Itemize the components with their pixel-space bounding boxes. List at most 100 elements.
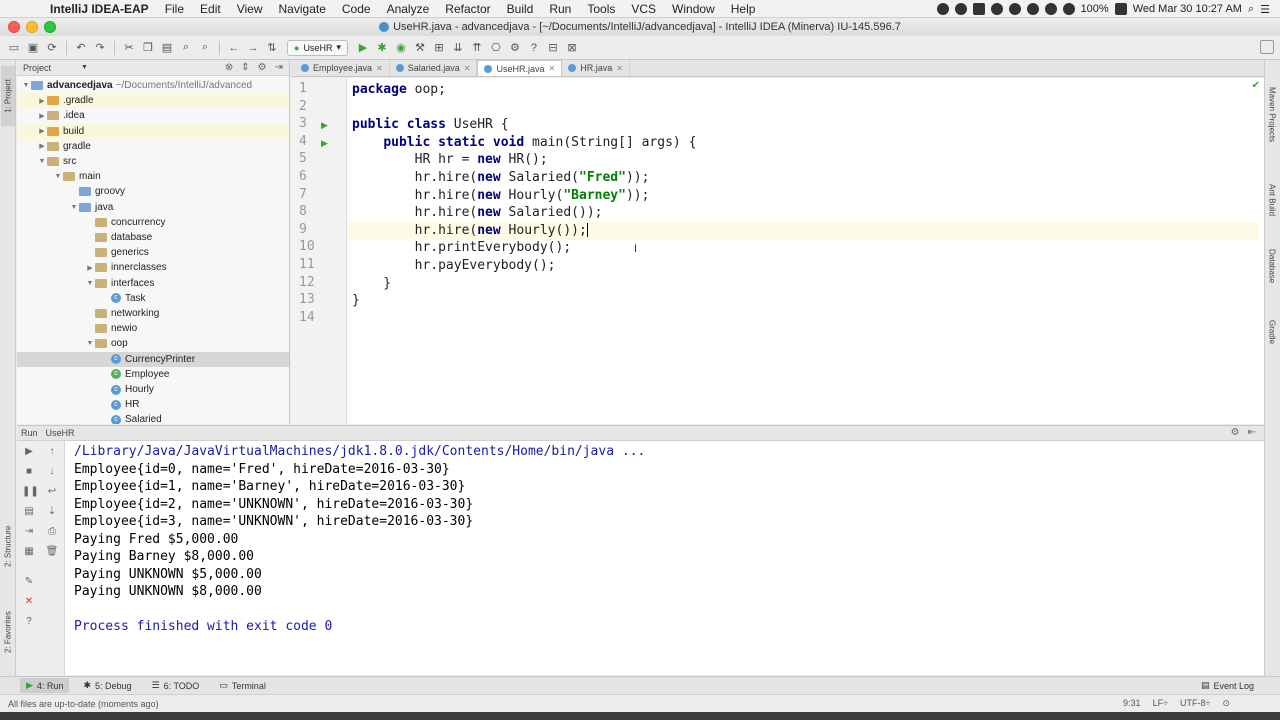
tree-item[interactable]: c Employee	[17, 367, 289, 382]
editor-tab[interactable]: HR.java ✕	[562, 60, 630, 76]
menu-app-name[interactable]: IntelliJ IDEA-EAP	[42, 2, 157, 16]
sync-icon[interactable]: ⟳	[44, 40, 60, 56]
tree-item[interactable]: ▶ .gradle	[17, 93, 289, 109]
rerun-icon[interactable]: ▶	[22, 445, 36, 459]
code-line[interactable]	[347, 310, 1259, 328]
tree-item[interactable]: networking	[17, 306, 289, 321]
save-all-icon[interactable]: ▣	[25, 40, 41, 56]
gear-icon[interactable]: ⚙	[258, 62, 267, 73]
bottom-tab-debug[interactable]: ✱ 5: Debug	[77, 678, 137, 693]
menu-refactor[interactable]: Refactor	[437, 2, 498, 16]
database-tab[interactable]: Database	[1265, 236, 1279, 296]
menu-vcs[interactable]: VCS	[623, 2, 664, 16]
file-encoding[interactable]: UTF-8÷	[1180, 698, 1210, 709]
back-icon[interactable]: ←	[226, 40, 242, 56]
expand-arrow-icon[interactable]: ▼	[85, 340, 95, 347]
menu-window[interactable]: Window	[664, 2, 723, 16]
maven-projects-tab[interactable]: Maven Projects	[1265, 70, 1279, 160]
debug-icon[interactable]: ✱	[374, 40, 390, 56]
window-minimize-button[interactable]	[26, 21, 38, 33]
expand-arrow-icon[interactable]: ▼	[85, 280, 95, 287]
code-line[interactable]: }	[347, 292, 1259, 310]
forward-icon[interactable]: →	[245, 40, 261, 56]
code-line[interactable]: package oop;	[347, 81, 1259, 99]
code-line[interactable]: hr.hire(new Hourly());	[347, 221, 1259, 240]
close-tab-icon[interactable]: ✕	[616, 64, 623, 73]
tree-item[interactable]: ▼ advancedjava ~/Documents/IntelliJ/advanc…	[17, 78, 289, 93]
close-tab-icon[interactable]: ✕	[549, 64, 556, 73]
code-line[interactable]: public class UseHR {	[347, 116, 1259, 134]
expand-arrow-icon[interactable]: ▼	[21, 82, 31, 89]
soft-wrap-icon[interactable]: ↩	[45, 485, 59, 499]
menu-view[interactable]: View	[229, 2, 271, 16]
coverage-icon[interactable]: ◉	[393, 40, 409, 56]
scroll-up-icon[interactable]: ↑	[45, 445, 59, 459]
bluetooth-icon[interactable]	[1044, 3, 1057, 15]
open-folder-icon[interactable]: ▭	[6, 40, 22, 56]
tree-item[interactable]: c Salaried	[17, 412, 289, 424]
run-config-tab[interactable]: UseHR	[46, 428, 75, 438]
history-icon[interactable]: ⎔	[488, 40, 504, 56]
tree-item[interactable]: ▼ interfaces	[17, 276, 289, 291]
hide-panel-icon[interactable]: ⇥	[275, 62, 283, 73]
code-line[interactable]: public static void main(String[] args) {	[347, 134, 1259, 152]
menu-build[interactable]: Build	[499, 2, 542, 16]
wifi-icon[interactable]	[1062, 3, 1075, 15]
collapse-arrow-icon[interactable]: ▶	[37, 142, 47, 150]
clear-icon[interactable]: 🗑	[45, 545, 59, 559]
search-icon[interactable]: ⌕	[1248, 3, 1254, 16]
code-editor[interactable]: ✔ I package oop; public class UseHR { pub…	[347, 78, 1264, 424]
code-line[interactable]	[347, 99, 1259, 117]
tree-item[interactable]: ▼ src	[17, 154, 289, 169]
tree-item[interactable]: c HR	[17, 397, 289, 412]
structure-tool-tab[interactable]: 2: Structure	[1, 508, 15, 584]
cut-icon[interactable]: ✂	[121, 40, 137, 56]
help-icon[interactable]: ?	[526, 40, 542, 56]
menu-tools[interactable]: Tools	[579, 2, 623, 16]
editor-gutter[interactable]: 1 2 3 4 5 6 7 8 9 10 11 12 13 14 ▶ ▶	[291, 78, 347, 424]
pin-icon[interactable]: ✎	[22, 575, 36, 589]
tree-item[interactable]: groovy	[17, 184, 289, 199]
menu-help[interactable]: Help	[723, 2, 764, 16]
chevron-down-icon[interactable]: ▼	[81, 64, 88, 71]
collapse-arrow-icon[interactable]: ▶	[37, 112, 47, 120]
screen-icon[interactable]	[972, 3, 985, 15]
scroll-to-end-icon[interactable]: ⇣	[45, 505, 59, 519]
tree-item[interactable]: concurrency	[17, 215, 289, 230]
close-tab-icon[interactable]: ✕	[464, 64, 471, 73]
gutter-run-icon[interactable]: ▶	[321, 120, 331, 130]
menu-navigate[interactable]: Navigate	[271, 2, 334, 16]
tree-item[interactable]: c Task	[17, 291, 289, 306]
headphones-icon[interactable]	[936, 3, 949, 15]
event-log-tab[interactable]: ▤ Event Log	[1201, 680, 1254, 691]
menu-edit[interactable]: Edit	[192, 2, 229, 16]
lock-icon[interactable]: ⊙	[1222, 698, 1230, 709]
project-view-select[interactable]: Project	[23, 63, 51, 73]
tree-item[interactable]: ▼ oop	[17, 336, 289, 351]
vcs-update-icon[interactable]: ⇊	[450, 40, 466, 56]
tree-item[interactable]: ▶ build	[17, 123, 289, 139]
evernote-icon[interactable]	[1026, 3, 1039, 15]
menu-clock[interactable]: Wed Mar 30 10:27 AM	[1133, 3, 1242, 15]
close-icon[interactable]: ✕	[22, 595, 36, 609]
editor-tab[interactable]: UseHR.java ✕	[477, 60, 563, 76]
tree-item[interactable]: c CurrencyPrinter	[17, 351, 289, 367]
build-icon[interactable]: ⇅	[264, 40, 280, 56]
editor-tab[interactable]: Employee.java ✕	[295, 60, 390, 76]
run-configuration-select[interactable]: ● UseHR ▾	[287, 39, 348, 56]
close-tab-icon[interactable]: ✕	[376, 64, 383, 73]
code-line[interactable]: hr.printEverybody();	[347, 239, 1259, 257]
gradle-tab[interactable]: Gradle	[1265, 304, 1279, 360]
battery-icon[interactable]	[1114, 3, 1127, 15]
vcs-commit-icon[interactable]: ⇈	[469, 40, 485, 56]
code-line[interactable]: hr.hire(new Hourly("Barney"));	[347, 187, 1259, 205]
tree-item[interactable]: generics	[17, 245, 289, 260]
favorites-tool-tab[interactable]: 2: Favorites	[1, 596, 15, 668]
gear-icon[interactable]: ⚙	[1231, 427, 1240, 438]
run-console[interactable]: /Library/Java/JavaVirtualMachines/jdk1.8…	[65, 441, 1264, 675]
window-close-button[interactable]	[8, 21, 20, 33]
window-zoom-button[interactable]	[44, 21, 56, 33]
gutter-run-icon[interactable]: ▶	[321, 138, 331, 148]
collapse-arrow-icon[interactable]: ▶	[37, 97, 47, 105]
attach-icon[interactable]: ⊞	[431, 40, 447, 56]
